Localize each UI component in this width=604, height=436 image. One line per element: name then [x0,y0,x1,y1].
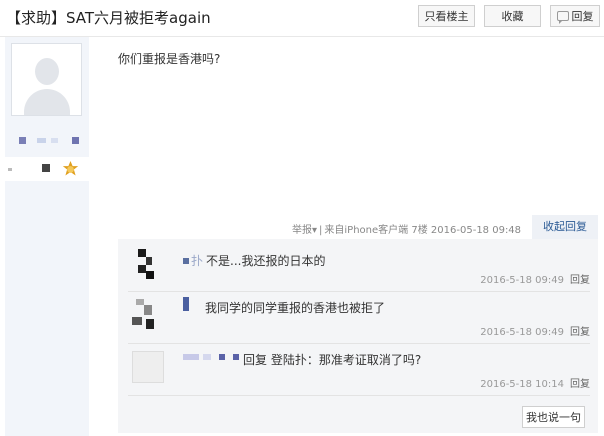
post-source: 来自iPhone客户端 [324,225,409,236]
post-time: 2016-05-18 09:48 [430,225,522,236]
comment-time: 2016-5-18 09:49 [480,327,564,338]
comment-reply-link[interactable]: 回复 [570,275,590,286]
avatar-placeholder-head [35,58,59,85]
comment-username[interactable]: 扑 [191,252,203,269]
username-pixelated[interactable] [183,354,245,361]
comment-reply-link[interactable]: 回复 [570,379,590,390]
comment-text: 不是...我还报的日本的 [206,254,326,268]
avatar-placeholder-body [24,89,70,115]
level-badge-icon [62,161,79,176]
post-content: 你们重报是香港吗? [118,52,221,66]
avatar[interactable] [132,249,164,281]
comment-footer: 2016-5-18 09:49 回复 [480,271,590,286]
comment-text: 我同学的同学重报的香港也被拒了 [205,301,386,315]
username-marker [183,297,189,311]
reply-list: 扑 不是...我还报的日本的 2016-5-18 09:49 回复 我同学的同学重… [118,239,598,433]
report-link[interactable]: 举报▾ [292,225,317,236]
reply-button[interactable]: 回复 [550,5,600,27]
username-marker [183,258,189,264]
comment-footer: 2016-5-18 10:14 回复 [480,375,590,390]
comment-reply-link[interactable]: 回复 [570,327,590,338]
comment-text: 回复 登陆扑：那准考证取消了吗? [243,353,422,367]
comment-time: 2016-5-18 09:49 [480,275,564,286]
comment-time: 2016-5-18 10:14 [480,379,564,390]
only-author-button[interactable]: 只看楼主 [418,5,475,27]
add-comment-button[interactable]: 我也说一句 [522,406,585,428]
favorite-button[interactable]: 收藏 [484,5,541,27]
username-pixelated[interactable] [19,137,81,145]
post-meta: 举报▾ | 来自iPhone客户端 7楼 2016-05-18 09:48 [292,225,522,236]
avatar[interactable] [132,351,164,383]
list-item: 2016-5-18 09:49 回复 回复 登陆扑：那准考证取消了吗? 2016-… [128,327,590,396]
post-floor: 7楼 [411,225,428,236]
collapse-replies-button[interactable]: 收起回复 [532,215,598,239]
avatar[interactable] [11,43,82,116]
comment-icon [556,11,569,24]
avatar[interactable] [132,299,164,331]
thread-header: 【求助】SAT六月被拒考again 只看楼主 收藏 回复 [0,0,604,37]
thread-title: 【求助】SAT六月被拒考again [6,9,211,27]
user-sidebar [5,37,89,436]
comment-footer: 2016-5-18 09:49 回复 [480,323,590,338]
reply-button-label: 回复 [571,10,594,23]
user-rank-row [5,157,89,181]
